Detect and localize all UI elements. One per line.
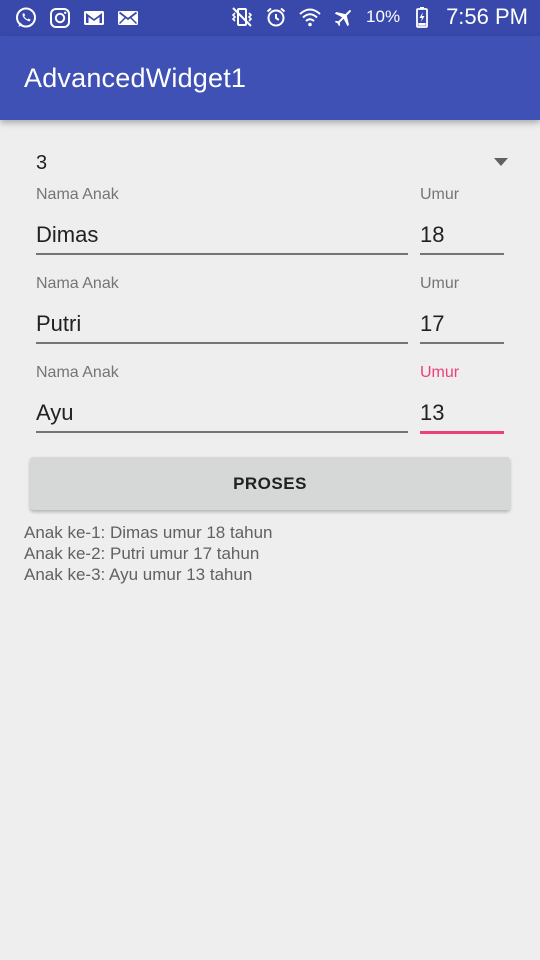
result-line: Anak ke-3: Ayu umur 13 tahun	[24, 565, 253, 584]
field-underline	[36, 431, 408, 433]
child-age-value: 17	[420, 311, 445, 336]
field-underline	[36, 253, 408, 255]
battery-charging-icon	[410, 5, 434, 29]
child-age-label: Umur	[420, 275, 460, 292]
battery-percent: 10%	[366, 7, 401, 26]
child-count-spinner[interactable]: 3	[24, 140, 516, 184]
notification-icons	[14, 6, 140, 30]
proses-button[interactable]: PROSES	[30, 457, 510, 510]
child-row: Nama Anak Ayu Umur 13	[0, 364, 540, 444]
spinner-selected-value: 3	[36, 152, 48, 174]
child-name-label: Nama Anak	[36, 364, 119, 381]
dropdown-arrow-icon	[494, 158, 508, 166]
app-title: AdvancedWidget1	[24, 63, 247, 93]
child-name-value: Ayu	[36, 400, 74, 425]
child-name-label: Nama Anak	[36, 186, 119, 203]
child-row: Nama Anak Dimas Umur 18	[0, 186, 540, 266]
instagram-icon	[48, 6, 72, 30]
field-underline	[420, 253, 504, 255]
result-line: Anak ke-2: Putri umur 17 tahun	[24, 544, 260, 563]
status-bar: 10% 7:56 PM	[0, 0, 540, 36]
vibrate-icon	[230, 5, 254, 29]
child-age-label: Umur	[420, 364, 460, 381]
alarm-icon	[264, 5, 288, 29]
airplane-mode-icon	[332, 5, 356, 29]
field-underline	[36, 342, 408, 344]
child-age-value: 13	[420, 400, 445, 425]
field-underline	[420, 431, 504, 434]
field-underline	[420, 342, 504, 344]
child-name-value: Dimas	[36, 222, 99, 247]
system-status: 10% 7:56 PM	[230, 4, 528, 30]
result-line: Anak ke-1: Dimas umur 18 tahun	[24, 523, 273, 542]
child-age-value: 18	[420, 222, 445, 247]
app-bar: AdvancedWidget1	[0, 36, 540, 120]
child-name-value: Putri	[36, 311, 82, 336]
email-icon	[116, 6, 140, 30]
child-row: Nama Anak Putri Umur 17	[0, 275, 540, 355]
gmail-icon	[82, 6, 106, 30]
result-text: Anak ke-1: Dimas umur 18 tahun Anak ke-2…	[24, 522, 273, 585]
whatsapp-icon	[14, 6, 38, 30]
child-name-label: Nama Anak	[36, 275, 119, 292]
child-age-label: Umur	[420, 186, 460, 203]
wifi-icon	[298, 5, 322, 29]
clock: 7:56 PM	[446, 4, 528, 29]
